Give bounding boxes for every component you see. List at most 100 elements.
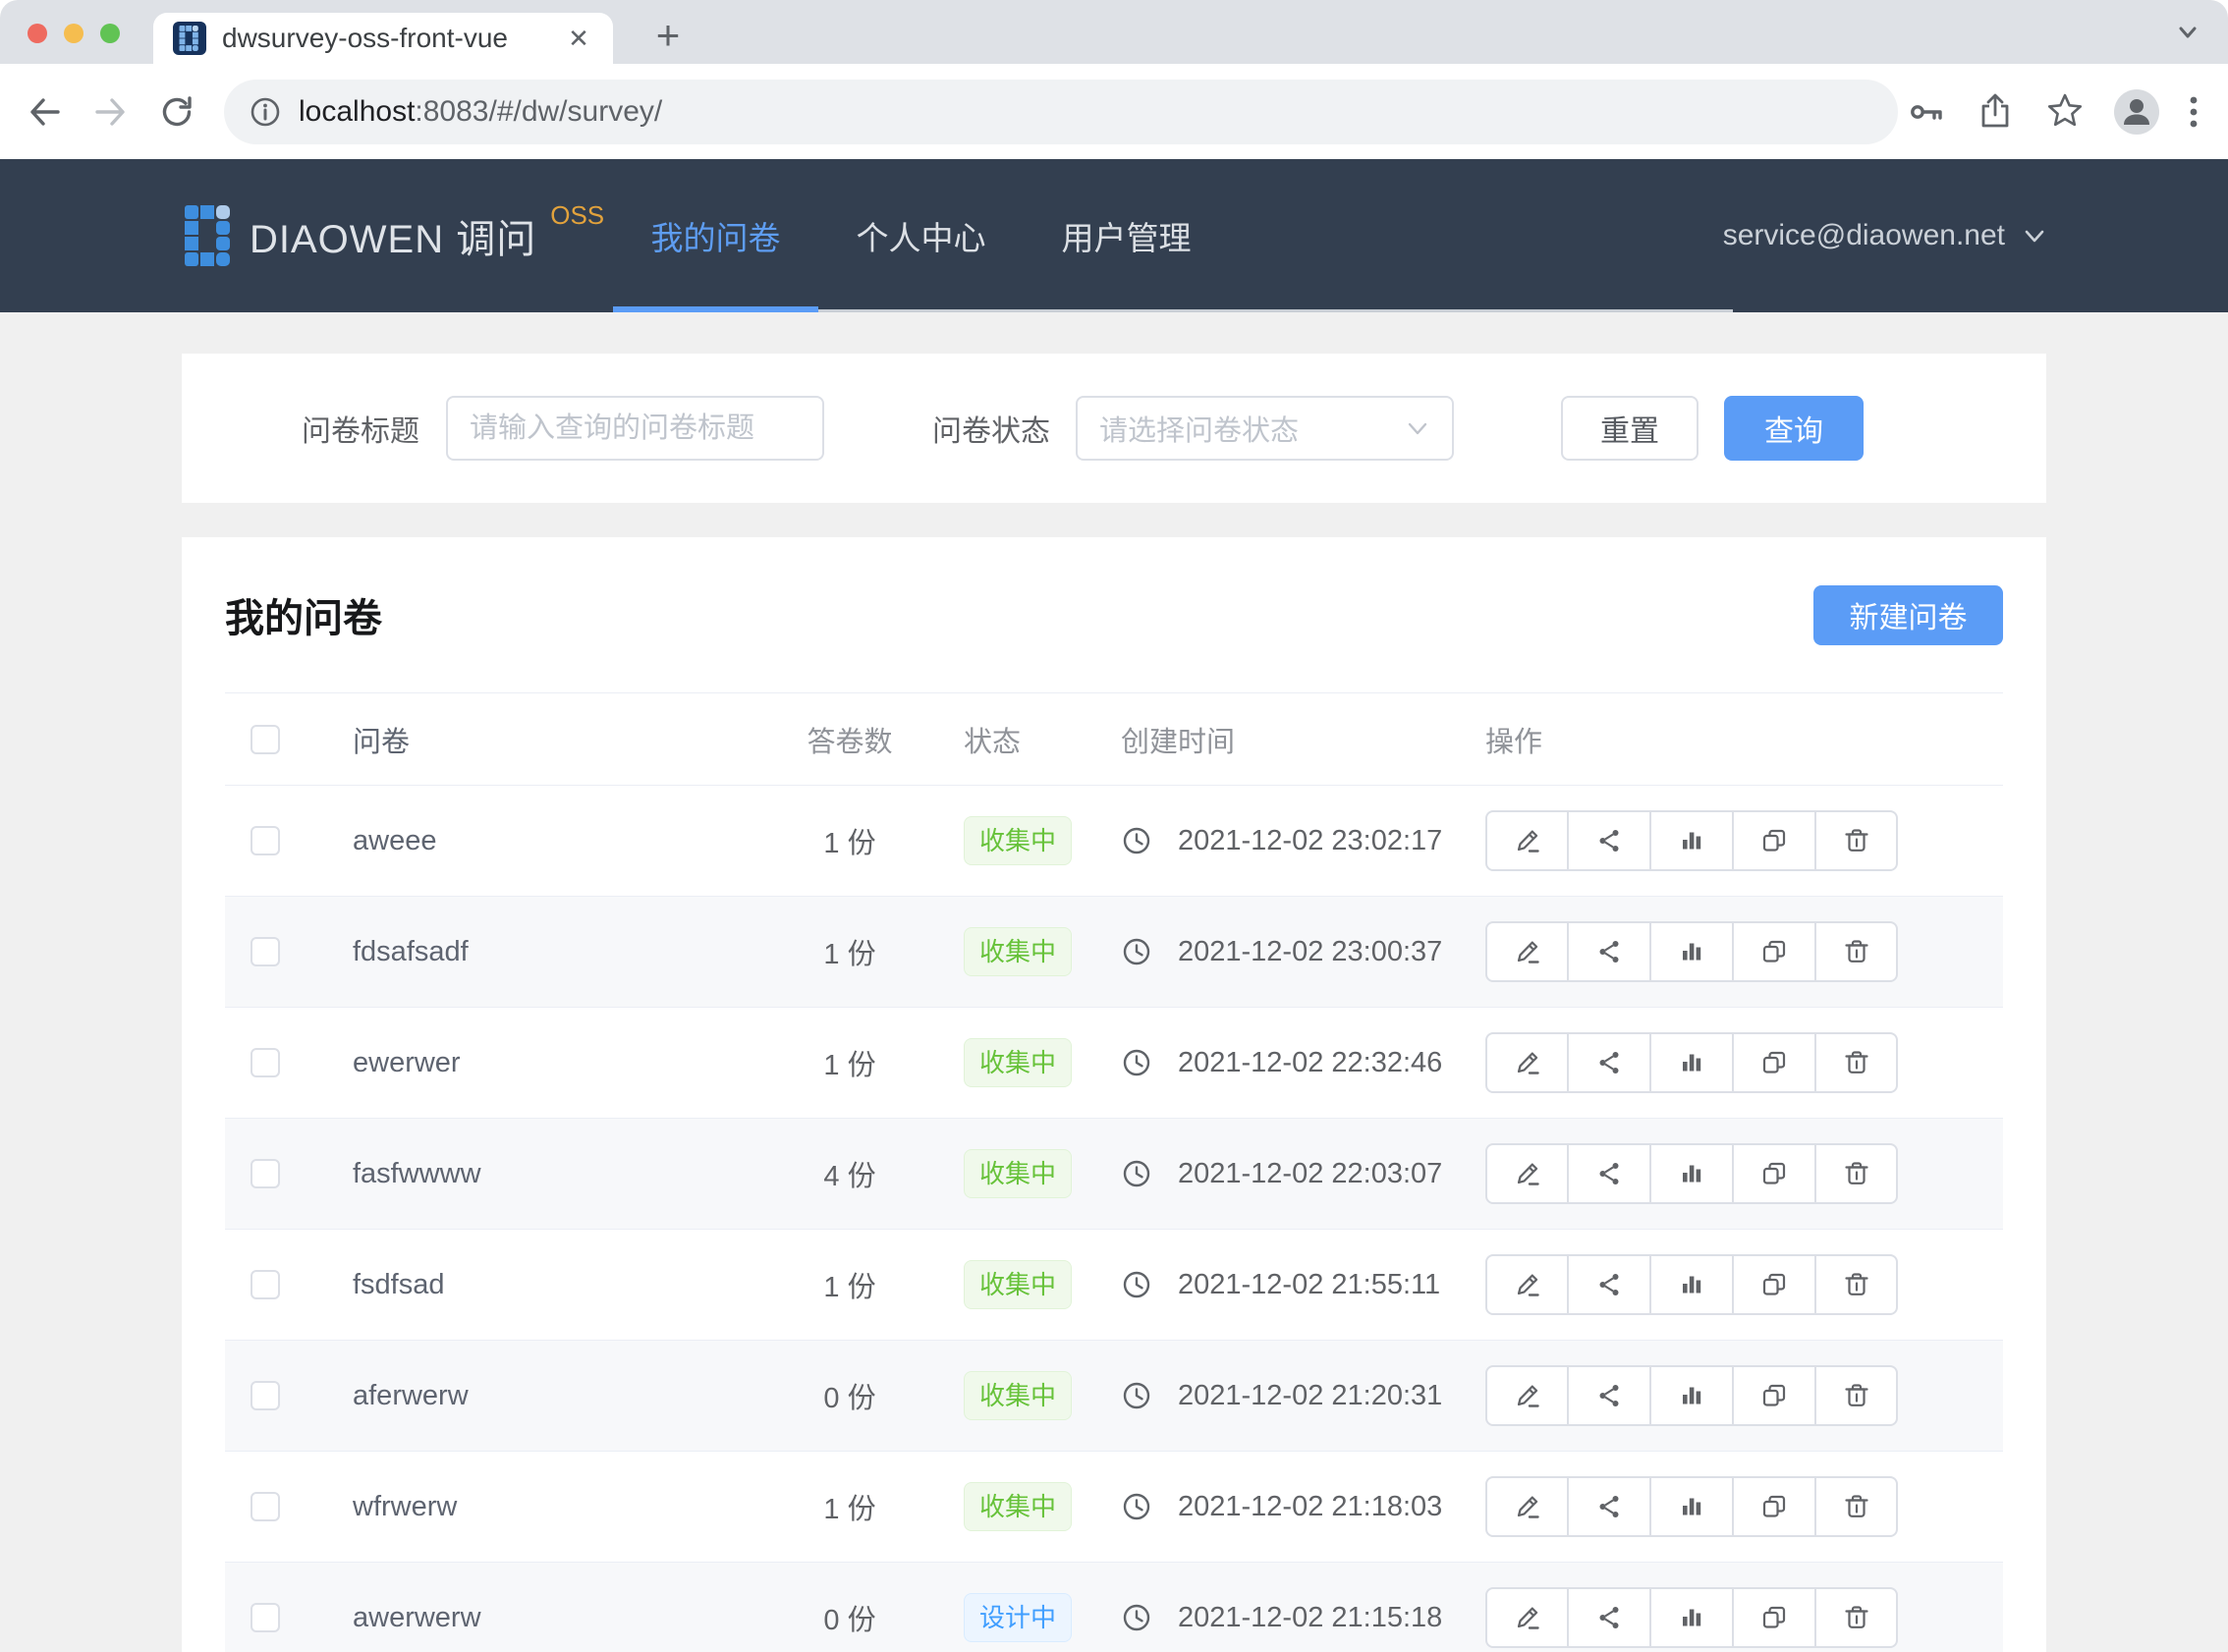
profile-avatar[interactable]	[2114, 89, 2159, 135]
row-checkbox[interactable]	[251, 1603, 280, 1632]
browser-tab[interactable]: dwsurvey-oss-front-vue ✕	[153, 13, 613, 64]
survey-status-select[interactable]: 请选择问卷状态	[1076, 396, 1454, 461]
toolbar-right	[1906, 64, 2228, 159]
row-checkbox[interactable]	[251, 826, 280, 855]
bookmark-star-icon[interactable]	[2043, 90, 2087, 134]
delete-button[interactable]	[1815, 1476, 1898, 1537]
user-email: service@diaowen.net	[1723, 219, 2005, 252]
copy-button[interactable]	[1733, 921, 1815, 982]
row-checkbox[interactable]	[251, 1159, 280, 1188]
select-all-checkbox[interactable]	[251, 725, 280, 754]
share-button[interactable]	[1568, 1476, 1650, 1537]
site-info-icon[interactable]	[248, 94, 283, 130]
delete-button[interactable]	[1815, 810, 1898, 871]
share-button[interactable]	[1568, 1587, 1650, 1648]
edit-button[interactable]	[1485, 1032, 1568, 1093]
row-checkbox[interactable]	[251, 1381, 280, 1410]
table-row: aferwerw 0 份 收集中 2021-12-02 21:20:31	[225, 1341, 2003, 1452]
tab-search-chevron-icon[interactable]	[2173, 18, 2202, 47]
share-button[interactable]	[1568, 1365, 1650, 1426]
status-badge: 收集中	[964, 1260, 1072, 1309]
zoom-window-button[interactable]	[100, 24, 120, 43]
share-button[interactable]	[1568, 810, 1650, 871]
survey-name: fasfwwww	[309, 1158, 771, 1190]
clock-icon	[1121, 825, 1152, 856]
chart-button[interactable]	[1650, 810, 1733, 871]
edit-button[interactable]	[1485, 1476, 1568, 1537]
created-time: 2021-12-02 21:15:18	[1178, 1602, 1442, 1634]
row-actions	[1485, 1365, 2003, 1426]
password-key-icon[interactable]	[1906, 91, 1947, 133]
edit-button[interactable]	[1485, 1143, 1568, 1204]
user-menu[interactable]: service@diaowen.net	[1723, 159, 2048, 312]
chart-button[interactable]	[1650, 921, 1733, 982]
browser-menu-icon[interactable]	[2187, 92, 2200, 132]
share-button[interactable]	[1568, 1143, 1650, 1204]
status-badge: 设计中	[964, 1593, 1072, 1642]
nav-item-0[interactable]: 我的问卷	[613, 159, 818, 312]
chart-button[interactable]	[1650, 1254, 1733, 1315]
traffic-lights	[28, 24, 120, 43]
row-checkbox[interactable]	[251, 937, 280, 966]
tab-close-icon[interactable]: ✕	[564, 24, 593, 53]
edit-button[interactable]	[1485, 1587, 1568, 1648]
brand-name: DIAOWEN 调问	[250, 207, 536, 264]
new-tab-button[interactable]: +	[643, 12, 693, 61]
edit-button[interactable]	[1485, 1365, 1568, 1426]
nav-item-2[interactable]: 用户管理	[1024, 159, 1229, 312]
share-icon[interactable]	[1975, 91, 2016, 133]
row-checkbox[interactable]	[251, 1492, 280, 1521]
chart-button[interactable]	[1650, 1032, 1733, 1093]
delete-button[interactable]	[1815, 1032, 1898, 1093]
edit-button[interactable]	[1485, 1254, 1568, 1315]
chart-button[interactable]	[1650, 1365, 1733, 1426]
url-bar[interactable]: localhost:8083/#/dw/survey/	[224, 80, 1898, 144]
copy-button[interactable]	[1733, 810, 1815, 871]
delete-button[interactable]	[1815, 1365, 1898, 1426]
survey-count: 0 份	[771, 1597, 928, 1638]
copy-button[interactable]	[1733, 1032, 1815, 1093]
clock-icon	[1121, 1491, 1152, 1522]
column-actions: 操作	[1449, 719, 2003, 760]
survey-count: 1 份	[771, 1042, 928, 1083]
query-button[interactable]: 查询	[1724, 396, 1864, 461]
minimize-window-button[interactable]	[64, 24, 84, 43]
clock-icon	[1121, 1269, 1152, 1300]
row-checkbox[interactable]	[251, 1270, 280, 1299]
tab-title: dwsurvey-oss-front-vue	[222, 23, 564, 54]
edit-button[interactable]	[1485, 921, 1568, 982]
nav-item-1[interactable]: 个人中心	[818, 159, 1024, 312]
copy-button[interactable]	[1733, 1365, 1815, 1426]
forward-icon[interactable]	[90, 92, 130, 132]
delete-button[interactable]	[1815, 1254, 1898, 1315]
edit-button[interactable]	[1485, 810, 1568, 871]
brand-logo[interactable]: DIAOWEN 调问 OSS	[185, 159, 604, 312]
created-time: 2021-12-02 22:03:07	[1178, 1158, 1442, 1190]
share-button[interactable]	[1568, 921, 1650, 982]
close-window-button[interactable]	[28, 24, 47, 43]
survey-count: 1 份	[771, 820, 928, 861]
new-survey-button[interactable]: 新建问卷	[1813, 585, 2003, 645]
delete-button[interactable]	[1815, 1143, 1898, 1204]
delete-button[interactable]	[1815, 921, 1898, 982]
chart-button[interactable]	[1650, 1143, 1733, 1204]
chart-button[interactable]	[1650, 1587, 1733, 1648]
chart-button[interactable]	[1650, 1476, 1733, 1537]
select-placeholder: 请选择问卷状态	[1099, 408, 1299, 449]
table-row: fasfwwww 4 份 收集中 2021-12-02 22:03:07	[225, 1119, 2003, 1230]
row-checkbox[interactable]	[251, 1048, 280, 1077]
copy-button[interactable]	[1733, 1476, 1815, 1537]
reset-button[interactable]: 重置	[1561, 396, 1699, 461]
row-actions	[1485, 1476, 2003, 1537]
back-icon[interactable]	[26, 92, 65, 132]
share-button[interactable]	[1568, 1254, 1650, 1315]
delete-button[interactable]	[1815, 1587, 1898, 1648]
copy-button[interactable]	[1733, 1143, 1815, 1204]
created-time: 2021-12-02 22:32:46	[1178, 1047, 1442, 1079]
share-button[interactable]	[1568, 1032, 1650, 1093]
reload-icon[interactable]	[157, 92, 196, 132]
copy-button[interactable]	[1733, 1254, 1815, 1315]
survey-title-input[interactable]	[446, 396, 824, 461]
copy-button[interactable]	[1733, 1587, 1815, 1648]
table-row: awerwerw 0 份 设计中 2021-12-02 21:15:18	[225, 1563, 2003, 1652]
